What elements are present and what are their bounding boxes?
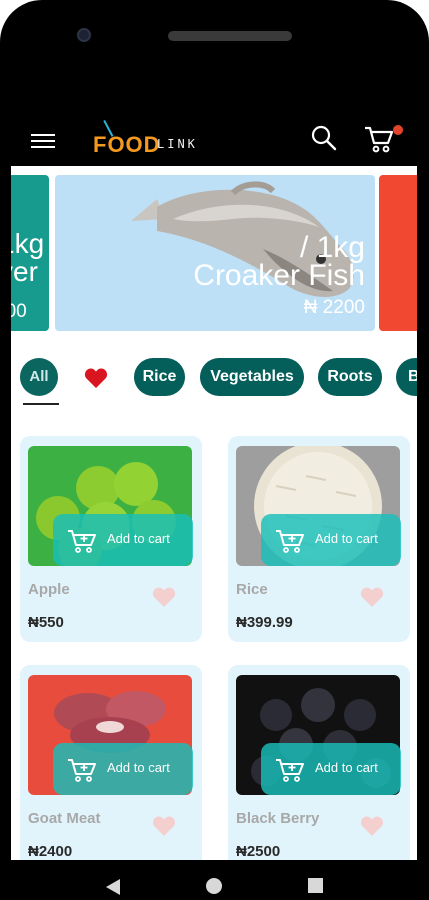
add-to-cart-button[interactable]: Add to cart <box>261 743 401 795</box>
add-to-cart-label: Add to cart <box>107 760 170 775</box>
add-to-cart-label: Add to cart <box>315 760 378 775</box>
add-to-cart-label: Add to cart <box>107 531 170 546</box>
cart-badge <box>393 125 403 135</box>
promo-carousel[interactable]: 1kg ver 500 / 1kg Croaker Fish ₦ 2200 <box>11 175 417 331</box>
product-price: ₦399.99 <box>236 614 293 631</box>
add-to-cart-button[interactable]: Add to cart <box>261 514 401 566</box>
add-to-cart-button[interactable]: Add to cart <box>53 514 193 566</box>
product-price: ₦2400 <box>28 843 73 860</box>
add-cart-icon <box>68 759 96 782</box>
category-chip-all[interactable]: All <box>20 358 58 396</box>
logo-text: FOOD <box>93 132 161 157</box>
search-icon[interactable] <box>311 125 337 151</box>
front-camera <box>77 28 91 42</box>
add-cart-icon <box>276 759 304 782</box>
product-price: ₦2500 <box>236 843 281 860</box>
favorites-heart-icon[interactable] <box>84 367 108 389</box>
home-icon[interactable] <box>206 878 222 894</box>
app-logo: FOOD LINK <box>93 116 233 157</box>
app-screen: FOOD LINK 1kg ver 500 <box>11 88 417 860</box>
phone-frame: FOOD LINK 1kg ver 500 <box>0 0 429 900</box>
product-card-goat-meat[interactable]: Add to cart Goat Meat ₦2400 <box>20 665 202 860</box>
add-cart-icon <box>68 530 96 553</box>
product-card-rice[interactable]: Add to cart Rice ₦399.99 <box>228 436 410 642</box>
promo-slide-prev[interactable]: 1kg ver 500 <box>11 175 49 331</box>
product-name: Rice <box>236 581 268 598</box>
add-to-cart-label: Add to cart <box>315 531 378 546</box>
product-name: Black Berry <box>236 810 320 827</box>
cart-icon[interactable] <box>363 124 395 154</box>
add-to-cart-button[interactable]: Add to cart <box>53 743 193 795</box>
category-chip-b[interactable]: B <box>396 358 417 396</box>
favorite-heart-icon[interactable] <box>360 815 384 837</box>
favorite-heart-icon[interactable] <box>360 586 384 608</box>
recent-apps-icon[interactable] <box>308 878 323 893</box>
category-chips: All Rice Vegetables Roots B <box>11 358 417 408</box>
category-chip-rice[interactable]: Rice <box>134 358 185 396</box>
prev-slide-line2: ver <box>11 256 38 287</box>
favorite-heart-icon[interactable] <box>152 815 176 837</box>
promo-slide-title: Croaker Fish <box>193 259 365 292</box>
favorite-heart-icon[interactable] <box>152 586 176 608</box>
promo-slide-croaker-fish[interactable]: / 1kg Croaker Fish ₦ 2200 <box>55 175 375 331</box>
prev-slide-price: 500 <box>11 301 27 322</box>
promo-slide-price: ₦ 2200 <box>303 297 365 318</box>
product-grid: Add to cart Apple ₦550 Add to cart Rice … <box>11 433 417 860</box>
product-name: Goat Meat <box>28 810 101 827</box>
promo-slide-next[interactable] <box>379 175 417 331</box>
speaker-grille <box>168 31 292 41</box>
prev-slide-line1: 1kg <box>11 228 45 259</box>
active-category-underline <box>23 403 59 405</box>
product-card-apple[interactable]: Add to cart Apple ₦550 <box>20 436 202 642</box>
add-cart-icon <box>276 530 304 553</box>
back-icon[interactable] <box>106 879 120 895</box>
product-price: ₦550 <box>28 614 64 631</box>
category-chip-vegetables[interactable]: Vegetables <box>200 358 304 396</box>
category-chip-roots[interactable]: Roots <box>318 358 382 396</box>
product-name: Apple <box>28 581 70 598</box>
hamburger-menu-icon[interactable] <box>31 132 55 150</box>
logo-suffix: LINK <box>157 137 198 151</box>
app-header: FOOD LINK <box>11 88 417 166</box>
product-card-black-berry[interactable]: Add to cart Black Berry ₦2500 <box>228 665 410 860</box>
